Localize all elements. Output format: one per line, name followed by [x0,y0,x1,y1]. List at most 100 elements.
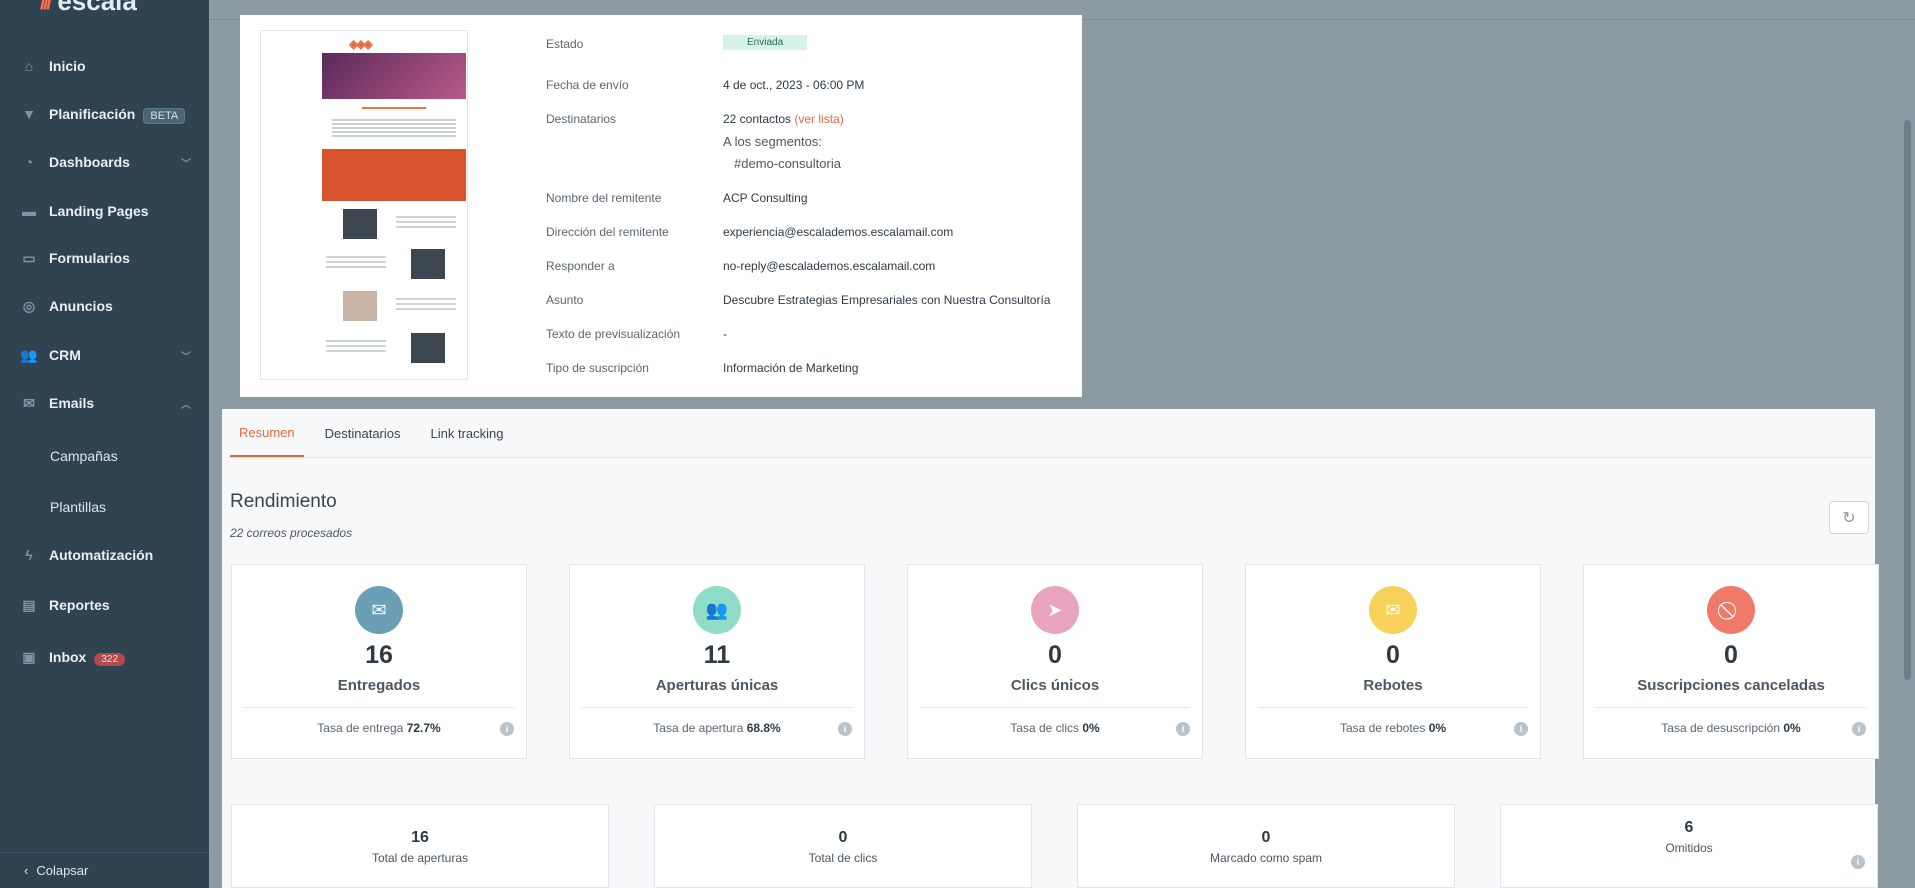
collapse-button[interactable]: ‹ Colapsar [0,852,209,888]
stat-card-suscripciones: ⃠ 0 Suscripciones canceladas Tasa de des… [1583,564,1879,759]
app-logo[interactable]: /// escala [40,0,137,17]
preview-logo-icon: ◈◈◈ [349,37,373,51]
email-preview-thumbnail[interactable]: ◈◈◈ [260,30,468,380]
rate-label: Tasa de apertura [653,721,744,735]
sidebar-item-label: Inicio [49,58,86,74]
status-badge: Enviada [723,35,808,50]
info-icon[interactable]: i [838,722,852,736]
refresh-icon: ↻ [1842,509,1856,527]
section-subtitle: 22 correos procesados [230,526,353,540]
home-icon: ⌂ [24,58,34,74]
sidebar-item-label: Campañas [50,448,118,464]
stat-rate: Tasa de clics 0% [908,721,1202,735]
stat-card-total-clics: 0 Total de clics [654,804,1032,888]
previsualizacion-label: Texto de previsualización [546,327,681,341]
ban-icon: ⃠ [1707,586,1755,634]
preview-text-block [326,337,386,355]
mail-icon: ✉ [23,394,35,411]
tab-resumen[interactable]: Resumen [230,409,304,457]
stat-card-aperturas: 👥 11 Aperturas únicas Tasa de apertura 6… [569,564,865,759]
stat-rate: Tasa de entrega 72.7% [232,721,526,735]
sidebar-item-inicio[interactable]: ⌂ Inicio [0,49,209,83]
divider [1596,707,1866,708]
funnel-icon: ▼ [22,106,36,122]
sidebar-item-label: CRM [49,347,81,363]
tipo-label: Tipo de suscripción [546,361,649,375]
stat-card-omitidos: 6 Omitidos i [1500,804,1878,888]
remitente-label: Nombre del remitente [546,191,662,205]
form-icon: ▭ [22,249,36,266]
stat-label: Marcado como spam [1209,851,1323,865]
preview-banner [322,149,466,201]
group-icon: 👥 [693,586,741,634]
rate-label: Tasa de rebotes [1339,721,1426,735]
info-icon[interactable]: i [1514,722,1528,736]
sidebar-item-plantillas[interactable]: Plantillas [0,490,209,524]
sidebar-item-planificacion[interactable]: ▼ Planificación BETA [0,97,209,131]
sidebar-item-landing-pages[interactable]: ▬ Landing Pages [0,194,209,228]
stat-label: Entregados [337,677,421,694]
sidebar-item-automatizacion[interactable]: ϟ Automatización [0,538,209,572]
sidebar-item-label: Inbox [49,649,87,665]
sidebar-item-emails[interactable]: ✉ Emails ︿ [0,386,209,420]
stat-value: 0 [1386,641,1400,669]
destinatarios-label: Destinatarios [546,112,617,126]
bolt-icon: ϟ [25,547,33,563]
ver-lista-link[interactable]: (ver lista) [794,112,843,126]
users-icon: 👥 [20,346,38,363]
preview-text-block [322,117,466,139]
page-icon: ▬ [22,203,36,219]
scrollbar[interactable] [1904,120,1911,680]
segment-tag: #demo-consultoria [734,156,841,171]
sidebar-item-formularios[interactable]: ▭ Formularios [0,241,209,275]
refresh-button[interactable]: ↻ [1829,501,1869,534]
tab-destinatarios[interactable]: Destinatarios [316,409,410,457]
fecha-value: 4 de oct., 2023 - 06:00 PM [723,78,865,92]
stat-label: Clics únicos [1010,677,1100,694]
rate-value: 0% [1082,721,1100,735]
stat-label: Total de clics [808,851,878,865]
sidebar-item-anuncios[interactable]: ◎ Anuncios [0,289,209,323]
sidebar-item-crm[interactable]: 👥 CRM ﹀ [0,338,209,372]
sidebar-item-label: Emails [49,395,95,411]
target-icon: ◎ [22,297,36,314]
remitente-value: ACP Consulting [723,191,808,205]
stat-label: Total de aperturas [371,851,469,865]
stat-card-rebotes: ✉ 0 Rebotes Tasa de rebotes 0% i [1245,564,1541,759]
sidebar-item-reportes[interactable]: ▤ Reportes [0,588,209,622]
stat-rate: Tasa de desuscripción 0% [1584,721,1878,735]
stats-panel: Resumen Destinatarios Link tracking Rend… [222,409,1879,888]
info-icon[interactable]: i [1852,722,1866,736]
stat-card-clics: ➤ 0 Clics únicos Tasa de clics 0% i [907,564,1203,759]
sidebar-item-label: Dashboards [49,154,130,170]
sidebar-item-label: Formularios [49,250,130,266]
stat-label: Omitidos [1665,841,1713,855]
rate-label: Tasa de clics [1010,721,1079,735]
mail-bounce-icon: ✉ [1369,586,1417,634]
asunto-label: Asunto [546,293,584,307]
sidebar-item-label-group: Inbox 322 [49,649,126,666]
section-title: Rendimiento [230,491,337,512]
destinatarios-value: 22 contactos (ver lista) [723,112,844,126]
rate-value: 0% [1428,721,1447,735]
beta-badge: BETA [143,108,186,124]
sidebar-item-label: Anuncios [49,298,113,314]
info-icon[interactable]: i [500,722,514,736]
info-icon[interactable]: i [1176,722,1190,736]
chevron-down-icon: ﹀ [181,158,191,170]
sidebar-item-campanas[interactable]: Campañas [0,439,209,473]
chart-icon: ▤ [22,596,36,613]
destinatarios-count: 22 contactos [723,112,792,126]
estado-label: Estado [546,37,584,51]
email-detail-card: ◈◈◈ Estado Enviada Fecha de envío 4 de o… [240,15,1082,397]
responder-label: Responder a [546,259,615,273]
stat-value: 11 [703,641,731,669]
tab-link-tracking[interactable]: Link tracking [422,409,513,457]
stat-value: 16 [365,641,393,669]
sidebar-item-label: Planificación [49,106,136,122]
sidebar-item-inbox[interactable]: ▣ Inbox 322 [0,640,209,674]
stat-value: 0 [1261,829,1271,846]
info-icon[interactable]: i [1851,855,1865,869]
sidebar-item-dashboards[interactable]: ◔ Dashboards ﹀ [0,145,209,179]
chevron-left-icon: ‹ [24,863,29,878]
